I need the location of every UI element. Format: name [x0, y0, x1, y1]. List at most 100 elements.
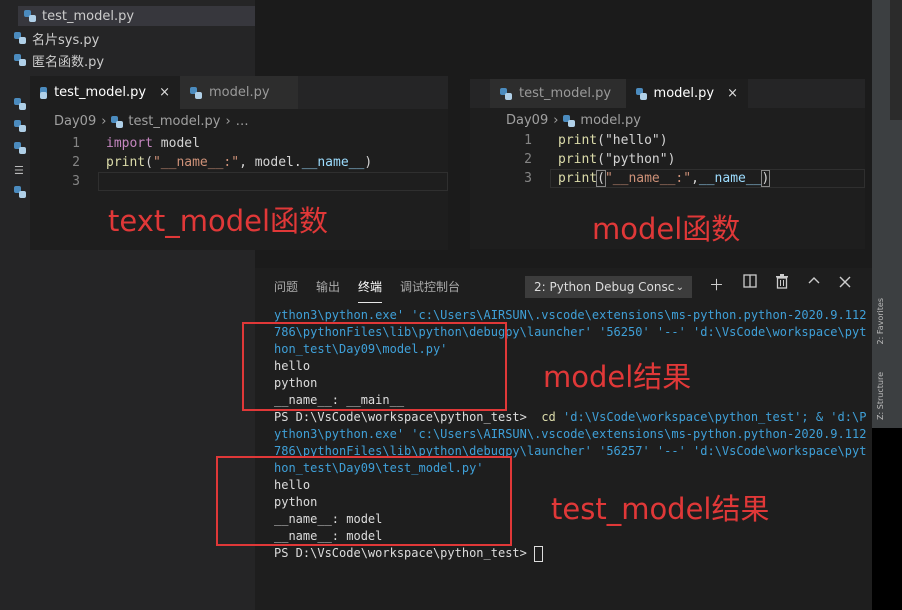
highlight-box-test-model [216, 456, 512, 546]
breadcrumb-folder[interactable]: Day09 [54, 114, 96, 129]
line-number: 1 [524, 133, 532, 148]
code-line-1[interactable]: print("hello") [558, 131, 668, 150]
keyword: import [106, 136, 153, 151]
tree-item-anonymous-func[interactable]: 匿名函数.py [14, 50, 104, 70]
close-icon[interactable]: × [159, 85, 170, 100]
tree-item-test-model[interactable]: test_model.py [18, 6, 255, 26]
python-file-icon[interactable] [14, 186, 26, 198]
current-line-highlight [98, 172, 448, 191]
right-tool-strip: 2: Favorites Z: Structure [872, 0, 902, 610]
python-file-icon[interactable] [14, 120, 26, 132]
python-file-icon [14, 54, 26, 66]
terminal-cursor [534, 545, 544, 562]
terminal-select[interactable]: 2: Python Debug Consc ⌄ [525, 276, 692, 298]
tab-label: test_model.py [519, 86, 612, 101]
code-text: ( [145, 155, 153, 170]
code-line-2[interactable]: print("python") [558, 150, 675, 169]
code-line-2[interactable]: print("__name__:", model.__name__) [106, 153, 372, 172]
highlight-box-model [242, 322, 507, 411]
line-number: 3 [524, 171, 532, 186]
annotation-test-model-result: test_model结果 [551, 492, 770, 526]
tree-item-label: 匿名函数.py [32, 54, 105, 70]
code-text: ( [596, 170, 606, 187]
chevron-right-icon: › [101, 114, 107, 129]
code-text: ("hello") [597, 133, 668, 148]
right-tabbar: test_model.py model.py × [470, 79, 865, 108]
chevron-up-icon[interactable] [807, 274, 821, 292]
variable: __name__ [301, 155, 365, 170]
trash-icon[interactable] [775, 274, 789, 293]
chevron-right-icon: › [225, 114, 231, 129]
code-line-3[interactable]: print("__name__:",__name__) [558, 169, 771, 188]
code-text: , model. [239, 155, 302, 170]
code-line-1[interactable]: import model [106, 134, 200, 153]
python-file-icon [190, 86, 202, 99]
tab-debug-console[interactable]: 调试控制台 [400, 278, 460, 295]
line-number: 3 [72, 174, 80, 189]
line-number: 2 [524, 152, 532, 167]
scroll-gutter [890, 0, 902, 120]
code-text: ) [760, 170, 771, 187]
command-args: 'd:\VsCode\workspace\python_test'; & 'd:… [555, 410, 867, 424]
close-icon[interactable] [839, 274, 851, 292]
python-file-icon [24, 10, 36, 22]
plus-icon[interactable]: ＋ [709, 274, 724, 295]
terminal-prompt-line: PS D:\VsCode\workspace\python_test> cd '… [274, 409, 866, 426]
tab-terminal[interactable]: 终端 [358, 278, 383, 303]
function-name: print [558, 171, 598, 186]
python-file-icon [40, 86, 48, 99]
tab-label: test_model.py [54, 85, 147, 100]
tree-item-card-sys[interactable]: 名片sys.py [14, 28, 99, 48]
string-literal: "__name__:" [604, 171, 692, 186]
black-area [872, 428, 902, 610]
left-tabbar: test_model.py × model.py [30, 76, 448, 109]
close-icon[interactable]: × [727, 86, 738, 101]
list-file-icon[interactable]: ☰ [14, 164, 26, 177]
breadcrumb-folder[interactable]: Day09 [506, 113, 548, 128]
python-file-icon[interactable] [14, 142, 26, 154]
function-name: print [558, 152, 598, 167]
line-number: 2 [72, 155, 80, 170]
prompt-text: PS D:\VsCode\workspace\python_test> [274, 546, 535, 560]
string-literal: "__name__:" [152, 155, 240, 170]
python-file-icon [563, 114, 576, 127]
code-text: model [152, 136, 200, 151]
tab-problems[interactable]: 问题 [274, 278, 298, 295]
tab-model[interactable]: model.py [180, 76, 298, 109]
breadcrumb: Day09 › model.py [506, 113, 641, 128]
command-text: cd [541, 410, 556, 424]
split-icon[interactable] [743, 274, 757, 292]
python-file-icon [636, 87, 647, 100]
terminal-select-value: 2: Python Debug Consc [534, 280, 675, 294]
python-file-icon[interactable] [14, 98, 26, 110]
code-text: , [691, 171, 699, 186]
chevron-right-icon: › [553, 113, 559, 128]
tab-output[interactable]: 输出 [316, 278, 340, 295]
tab-test-model[interactable]: test_model.py [490, 79, 626, 108]
code-text: ("python") [597, 152, 676, 167]
tree-item-label: test_model.py [42, 8, 135, 24]
breadcrumb: Day09 › test_model.py › … [54, 114, 249, 129]
structure-tab[interactable]: Z: Structure [876, 372, 885, 420]
chevron-down-icon: ⌄ [675, 281, 684, 293]
python-file-icon [111, 115, 124, 128]
tab-test-model[interactable]: test_model.py × [30, 76, 180, 109]
function-name: print [106, 155, 146, 170]
function-name: print [558, 133, 598, 148]
annotation-model-result: model结果 [543, 360, 692, 394]
favorites-tab[interactable]: 2: Favorites [876, 298, 885, 344]
terminal-current-prompt[interactable]: PS D:\VsCode\workspace\python_test> [274, 545, 544, 562]
variable: __name__ [698, 171, 762, 186]
terminal-line: ython3\python.exe' 'c:\Users\AIRSUN\.vsc… [274, 427, 867, 441]
annotation-text-model-function: text_model函数 [108, 204, 329, 238]
annotation-model-function: model函数 [592, 212, 741, 246]
python-file-icon [14, 32, 26, 44]
breadcrumb-file[interactable]: model.py [580, 113, 641, 128]
python-file-icon [500, 87, 512, 100]
code-text: ) [364, 155, 373, 170]
line-number: 1 [72, 136, 80, 151]
breadcrumb-more[interactable]: … [236, 114, 249, 129]
tab-model[interactable]: model.py × [626, 79, 748, 108]
tree-item-label: 名片sys.py [32, 32, 100, 48]
breadcrumb-file[interactable]: test_model.py [128, 114, 220, 129]
